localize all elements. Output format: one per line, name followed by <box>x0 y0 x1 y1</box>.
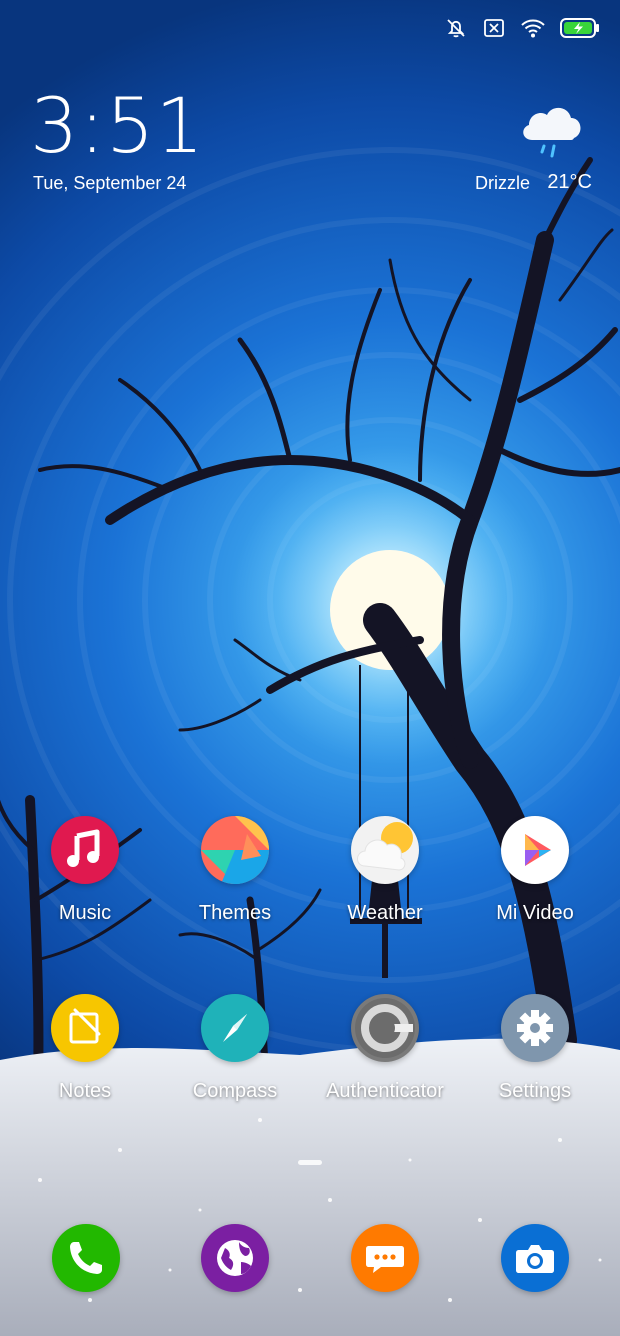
messages-icon <box>366 1246 404 1273</box>
weather-widget[interactable]: Drizzle 21°C <box>452 96 592 200</box>
weather-condition: Drizzle <box>474 173 530 193</box>
page-indicator <box>298 1160 322 1165</box>
themes-icon <box>201 816 269 884</box>
app-label: Authenticator <box>326 1080 444 1102</box>
app-music[interactable]: Music <box>20 816 150 925</box>
dock-phone[interactable] <box>52 1224 120 1292</box>
no-sim-icon <box>484 19 504 37</box>
app-label: Notes <box>58 1080 112 1102</box>
weather-temperature: 21°C <box>547 171 592 193</box>
dock-browser[interactable] <box>201 1224 269 1292</box>
phone-icon <box>70 1242 102 1274</box>
gear-icon <box>501 994 569 1062</box>
app-settings[interactable]: Settings <box>470 994 600 1103</box>
cloud-drizzle-icon <box>523 107 581 158</box>
browser-globe-icon <box>217 1240 253 1276</box>
authenticator-icon <box>351 994 419 1062</box>
clock-time[interactable]: 3:51 <box>30 88 205 164</box>
music-note-icon <box>51 816 119 884</box>
app-label: Themes <box>198 902 272 924</box>
app-label: Compass <box>192 1080 278 1102</box>
app-label: Music <box>58 902 112 924</box>
weather-sun-cloud-icon <box>351 816 419 884</box>
play-icon <box>501 816 569 884</box>
app-label: Settings <box>498 1080 572 1102</box>
app-compass[interactable]: Compass <box>170 994 300 1103</box>
wallpaper <box>0 0 620 1336</box>
mute-vibrate-icon <box>447 19 465 38</box>
app-authenticator[interactable]: Authenticator <box>320 994 450 1103</box>
compass-icon <box>201 994 269 1062</box>
app-themes[interactable]: Themes <box>170 816 300 925</box>
battery-charging-icon <box>560 18 599 38</box>
dock-camera[interactable] <box>501 1224 569 1292</box>
app-mi-video[interactable]: Mi Video <box>470 816 600 925</box>
clock-date[interactable]: Tue, September 24 <box>33 173 186 194</box>
app-label: Weather <box>347 902 423 924</box>
notes-icon <box>51 994 119 1062</box>
app-notes[interactable]: Notes <box>20 994 150 1103</box>
app-weather[interactable]: Weather <box>320 816 450 925</box>
dock-messages[interactable] <box>351 1224 419 1292</box>
camera-icon <box>516 1245 554 1273</box>
wifi-icon <box>521 19 545 38</box>
status-bar <box>444 14 600 42</box>
app-label: Mi Video <box>496 902 574 924</box>
